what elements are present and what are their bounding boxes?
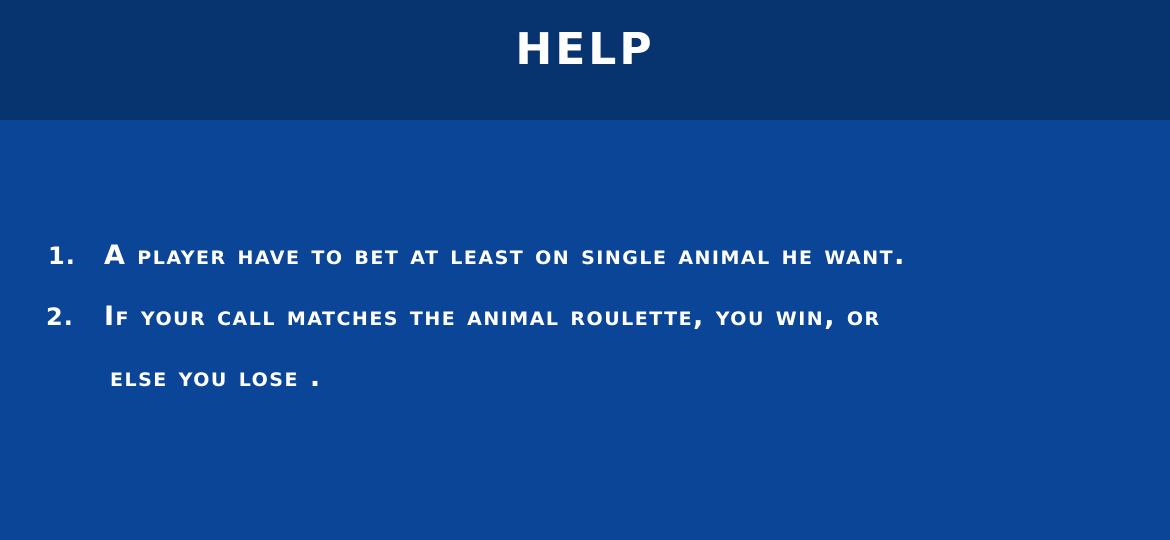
rule-text-2-line-2: else you lose . — [110, 362, 322, 393]
rule-text-1: A player have to bet at least on single … — [104, 240, 906, 271]
rule-text-2-line-1: If your call matches the animal roulette… — [104, 301, 881, 332]
help-header: HELP — [0, 0, 1170, 120]
rule-number-2: 2. — [46, 303, 74, 331]
rule-number-1: 1. — [48, 242, 76, 270]
page-title: HELP — [515, 24, 655, 75]
